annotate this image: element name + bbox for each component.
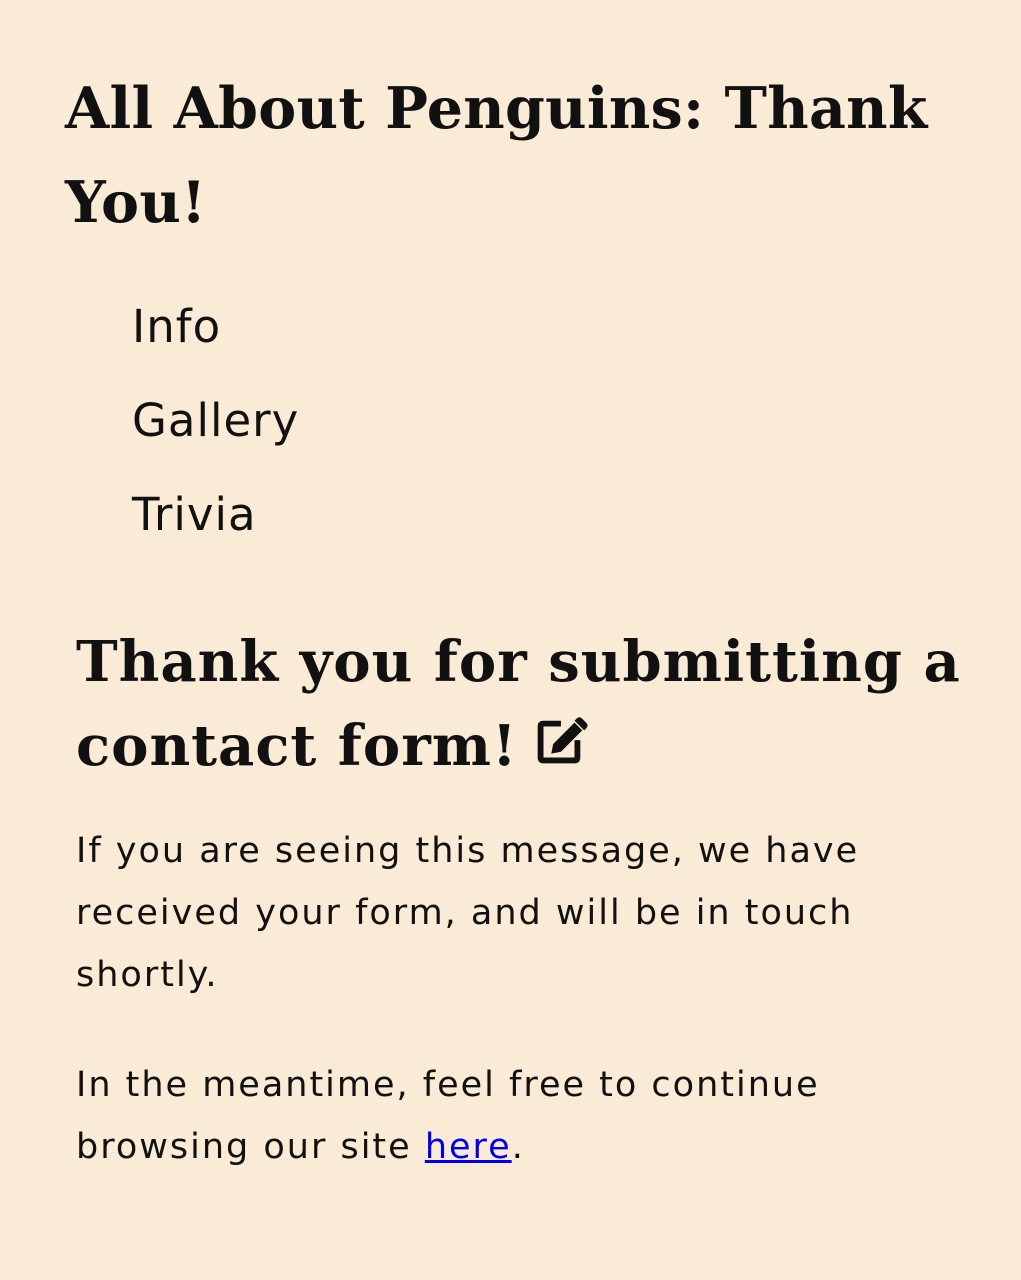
nav-link-trivia[interactable]: Trivia: [132, 488, 257, 541]
nav-item-trivia: Trivia: [132, 483, 299, 577]
thank-you-heading: Thank you for submitting a contact form!: [76, 620, 966, 788]
nav-link-gallery[interactable]: Gallery: [132, 394, 299, 447]
thank-you-heading-text: Thank you for submitting a contact form!: [76, 629, 961, 779]
confirmation-message: If you are seeing this message, we have …: [76, 831, 860, 995]
site-nav: Info Gallery Trivia: [132, 295, 299, 577]
here-link[interactable]: here: [425, 1127, 512, 1167]
edit-pen-icon: [528, 711, 590, 773]
nav-link-info[interactable]: Info: [132, 300, 221, 353]
page-title: All About Penguins: Thank You!: [65, 75, 928, 236]
main-content: Thank you for submitting a contact form!…: [76, 620, 966, 1178]
nav-item-info: Info: [132, 295, 299, 389]
continue-browsing-message: In the meantime, feel free to continue b…: [76, 1054, 966, 1178]
continue-browsing-suffix: .: [511, 1127, 525, 1167]
nav-item-gallery: Gallery: [132, 389, 299, 483]
